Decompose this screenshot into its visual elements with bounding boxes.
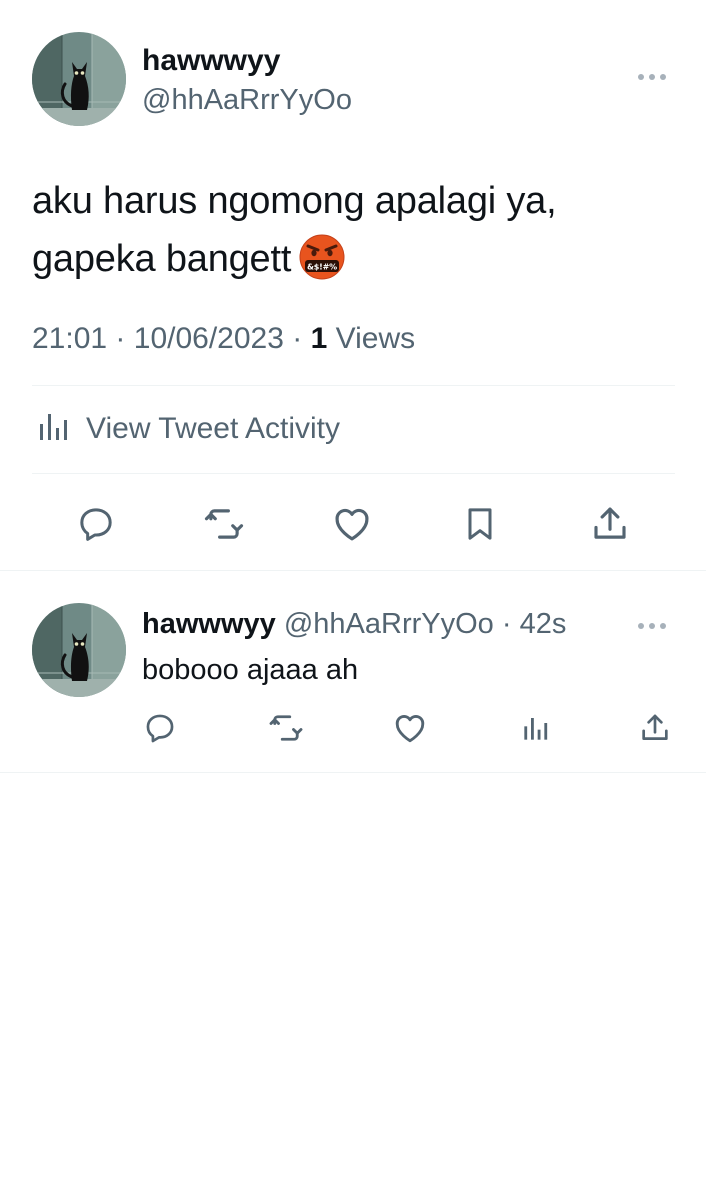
divider — [0, 570, 706, 571]
reply-more-options-icon[interactable] — [638, 623, 666, 629]
divider — [32, 473, 675, 474]
bookmark-button[interactable] — [456, 500, 504, 548]
reply-icon — [80, 508, 112, 541]
reply-avatar[interactable] — [32, 603, 126, 697]
retweet-icon — [269, 715, 303, 741]
svg-text:&$!#%: &$!#% — [307, 263, 337, 272]
reply-reply-button[interactable] — [140, 708, 180, 748]
divider — [32, 385, 675, 386]
reply-age[interactable]: 42s — [520, 608, 567, 640]
meta-separator: · — [292, 322, 303, 355]
like-icon — [395, 715, 425, 743]
tweet-date: 10/06/2023 — [133, 322, 284, 355]
reply-text: bobooo ajaaa ah — [142, 654, 359, 686]
tweet-text-content: aku harus ngomong apalagi ya, gapeka ban… — [32, 180, 557, 280]
view-tweet-activity-label: View Tweet Activity — [86, 411, 341, 445]
tweet-meta: 21:01 · 10/06/2023 · 1 Views — [32, 322, 415, 356]
tweet-text: aku harus ngomong apalagi ya, gapeka ban… — [32, 172, 672, 288]
divider — [0, 772, 706, 773]
like-button[interactable] — [328, 500, 376, 548]
meta-separator: · — [115, 322, 126, 355]
view-tweet-activity-button[interactable]: View Tweet Activity — [36, 408, 340, 449]
analytics-icon — [36, 408, 72, 449]
analytics-icon — [524, 718, 548, 740]
bookmark-icon — [468, 508, 492, 540]
author-handle[interactable]: @hhAaRrrYyOo — [142, 84, 352, 117]
retweet-button[interactable] — [200, 500, 248, 548]
author-name[interactable]: hawwwyy — [142, 44, 280, 78]
more-options-icon[interactable] — [638, 74, 666, 80]
tweet-time: 21:01 — [32, 322, 108, 355]
share-button[interactable] — [586, 500, 634, 548]
views-label[interactable]: Views — [336, 322, 415, 355]
reply-retweet-button[interactable] — [266, 708, 306, 748]
reply-separator: · — [501, 608, 512, 640]
reply-button[interactable] — [72, 500, 120, 548]
reply-icon — [146, 714, 174, 743]
like-icon — [335, 508, 369, 541]
reply-like-button[interactable] — [390, 708, 430, 748]
share-icon — [642, 714, 668, 740]
share-icon — [594, 507, 626, 539]
views-count[interactable]: 1 — [311, 322, 328, 355]
reply-author-name[interactable]: hawwwyy — [142, 608, 276, 640]
reply-analytics-button[interactable] — [516, 708, 556, 748]
reply-header: hawwwyy @hhAaRrrYyOo · 42s — [142, 608, 566, 641]
reply-author-handle[interactable]: @hhAaRrrYyOo — [284, 608, 494, 640]
retweet-icon — [204, 509, 244, 539]
face-with-symbols-on-mouth-icon: &$!#% — [297, 231, 347, 281]
reply-share-button[interactable] — [635, 708, 675, 748]
avatar[interactable] — [32, 32, 126, 126]
